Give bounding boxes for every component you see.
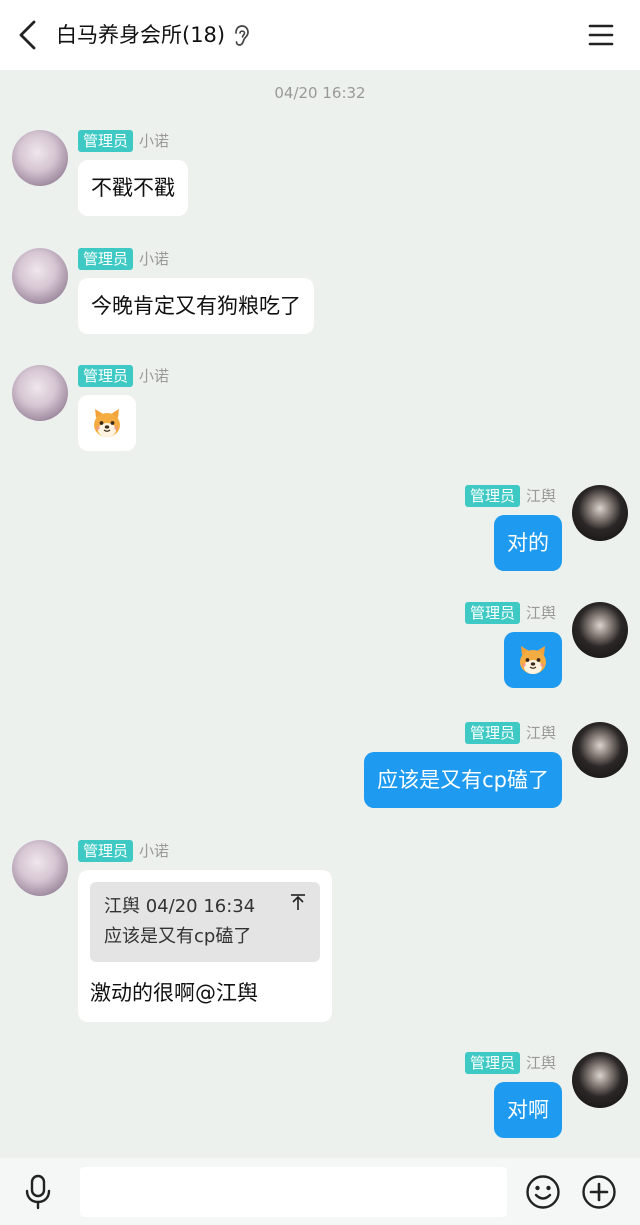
message-bubble[interactable]: [78, 395, 136, 451]
chat-title: 白马养身会所(18): [56, 23, 226, 47]
input-bar: [0, 1158, 640, 1225]
avatar[interactable]: [572, 1052, 628, 1108]
smiley-icon[interactable]: [525, 1174, 561, 1210]
plus-circle-icon[interactable]: [581, 1174, 617, 1210]
jump-to-original-icon[interactable]: [288, 892, 308, 912]
message-bubble[interactable]: [504, 632, 562, 688]
admin-badge: 管理员: [78, 130, 134, 152]
message-meta: 管理员 江舆: [464, 722, 556, 744]
avatar[interactable]: [572, 485, 628, 541]
sender-nickname[interactable]: 江舆: [526, 602, 556, 624]
reply-text: 激动的很啊@江舆: [90, 981, 258, 1005]
admin-badge: 管理员: [78, 248, 134, 270]
admin-badge: 管理员: [464, 722, 520, 744]
quoted-message[interactable]: 江舆 04/20 16:34 应该是又有cp磕了: [90, 882, 320, 962]
dog-emoji-icon: [520, 646, 546, 674]
avatar[interactable]: [12, 365, 68, 421]
sender-nickname[interactable]: 小诺: [139, 248, 169, 270]
sender-nickname[interactable]: 小诺: [139, 365, 169, 387]
time-separator: 04/20 16:32: [274, 84, 366, 102]
ear-icon: [235, 25, 249, 46]
sender-nickname[interactable]: 江舆: [526, 722, 556, 744]
quote-text: 应该是又有cp磕了: [104, 926, 252, 947]
message-meta: 管理员 江舆: [464, 602, 556, 624]
message-bubble[interactable]: 江舆 04/20 16:34 应该是又有cp磕了 激动的很啊@江舆: [78, 870, 332, 1022]
message-bubble[interactable]: 今晚肯定又有狗粮吃了: [78, 278, 314, 334]
avatar[interactable]: [572, 722, 628, 778]
message-bubble[interactable]: 对啊: [494, 1082, 562, 1138]
admin-badge: 管理员: [464, 602, 520, 624]
dog-emoji-icon: [94, 409, 120, 437]
hamburger-menu-icon[interactable]: [586, 20, 616, 50]
admin-badge: 管理员: [78, 365, 134, 387]
quote-header: 江舆 04/20 16:34: [104, 896, 256, 917]
avatar[interactable]: [12, 130, 68, 186]
sender-nickname[interactable]: 小诺: [139, 840, 169, 862]
avatar[interactable]: [12, 840, 68, 896]
message-meta: 管理员 小诺: [78, 130, 169, 152]
back-chevron-left-icon[interactable]: [14, 18, 42, 52]
message-meta: 管理员 江舆: [464, 1052, 556, 1074]
admin-badge: 管理员: [78, 840, 134, 862]
message-input[interactable]: [80, 1167, 507, 1217]
chat-header: 白马养身会所(18): [0, 0, 640, 70]
admin-badge: 管理员: [464, 485, 520, 507]
message-bubble[interactable]: 不戳不戳: [78, 160, 188, 216]
avatar[interactable]: [12, 248, 68, 304]
message-bubble[interactable]: 对的: [494, 515, 562, 571]
message-meta: 管理员 小诺: [78, 248, 169, 270]
message-meta: 管理员 江舆: [464, 485, 556, 507]
avatar[interactable]: [572, 602, 628, 658]
sender-nickname[interactable]: 江舆: [526, 1052, 556, 1074]
message-bubble[interactable]: 应该是又有cp磕了: [364, 752, 562, 808]
microphone-icon[interactable]: [22, 1174, 54, 1210]
sender-nickname[interactable]: 江舆: [526, 485, 556, 507]
message-meta: 管理员 小诺: [78, 365, 169, 387]
admin-badge: 管理员: [464, 1052, 520, 1074]
message-meta: 管理员 小诺: [78, 840, 169, 862]
sender-nickname[interactable]: 小诺: [139, 130, 169, 152]
